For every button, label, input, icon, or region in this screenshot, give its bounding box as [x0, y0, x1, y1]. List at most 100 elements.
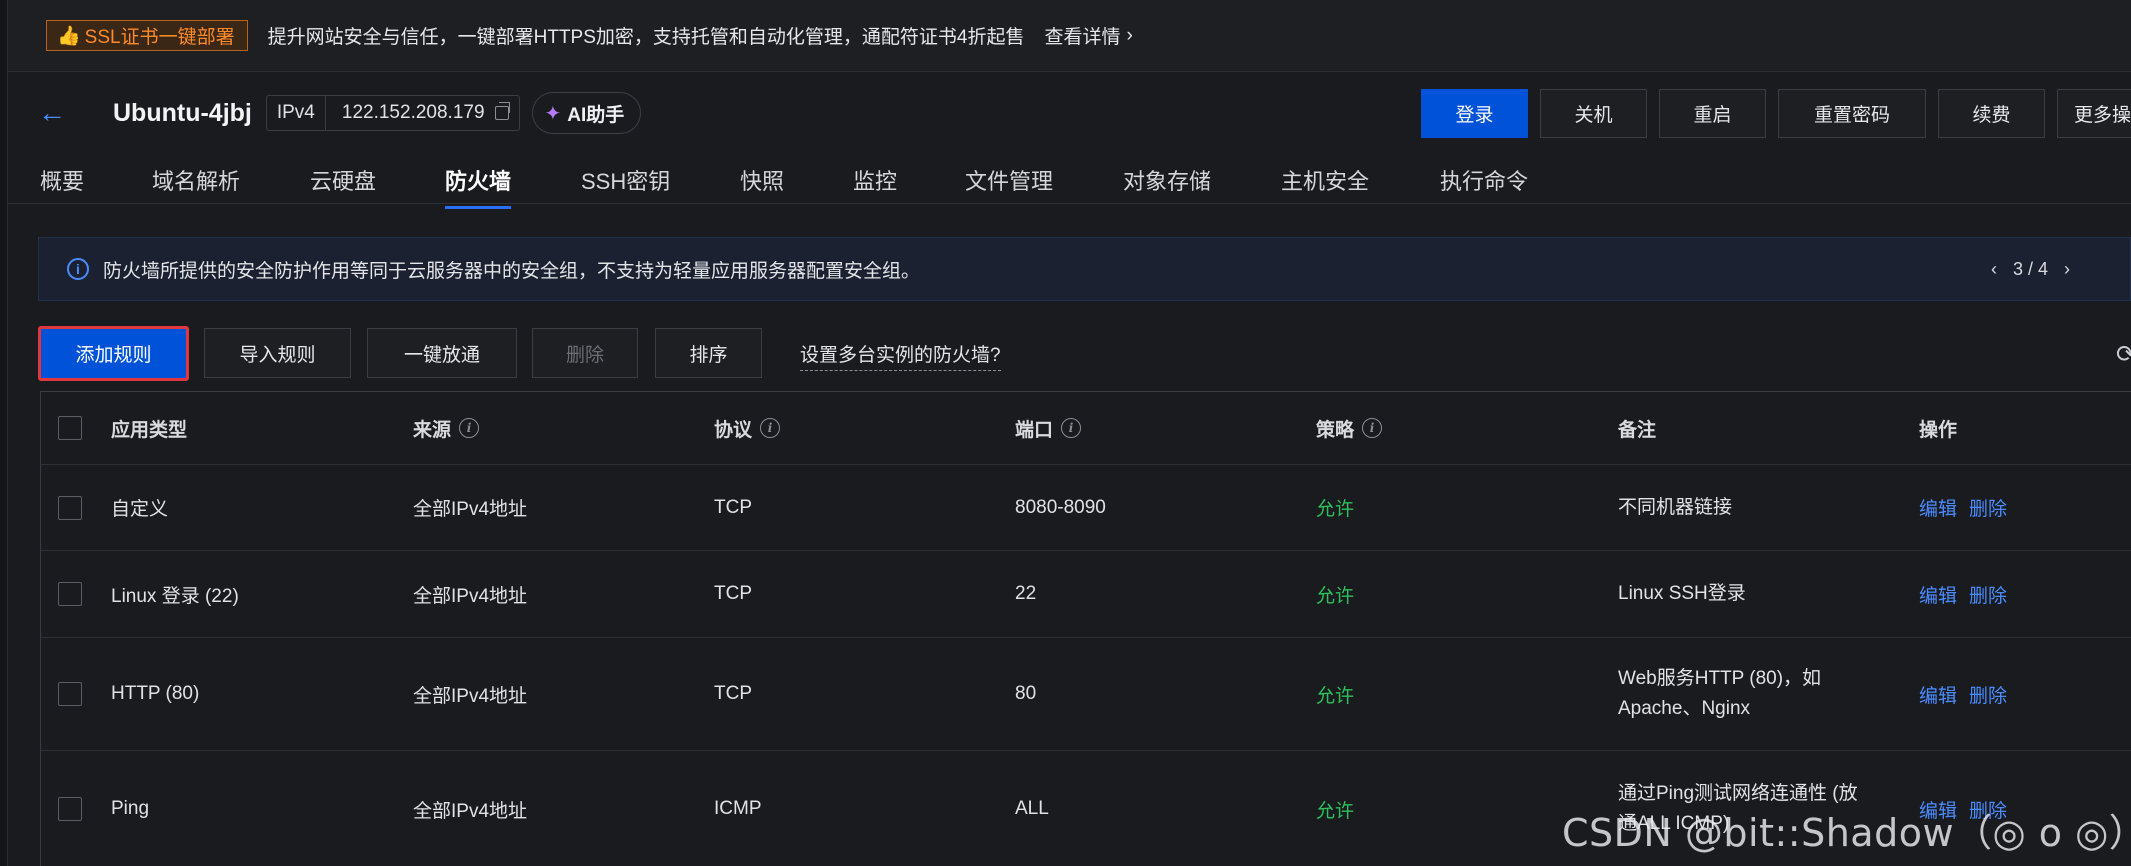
notice-page-indicator: 3 / 4: [2013, 258, 2049, 279]
cell-remark: Linux SSH登录: [1618, 551, 1746, 637]
tab-ssh-keys[interactable]: SSH密钥: [581, 164, 670, 206]
tab-file-manager[interactable]: 文件管理: [965, 164, 1053, 206]
promo-text: 提升网站安全与信任，一键部署HTTPS加密，支持托管和自动化管理，通配符证书4折…: [267, 27, 1025, 48]
cell-policy: 允许: [1316, 685, 1355, 707]
cell-actions: 编辑 删除: [1919, 465, 2019, 550]
delete-button[interactable]: 删除: [532, 328, 638, 378]
firewall-notice: i 防火墙所提供的安全防护作用等同于云服务器中的安全组，不支持为轻量应用服务器配…: [38, 237, 2131, 301]
cell-protocol: TCP: [714, 683, 752, 704]
thumbs-up-icon: 👍: [57, 25, 81, 47]
cell-actions: 编辑 删除: [1919, 551, 2019, 637]
shutdown-button[interactable]: 关机: [1540, 89, 1647, 138]
tab-cloud-disk[interactable]: 云硬盘: [310, 164, 376, 206]
select-all-checkbox[interactable]: [58, 416, 82, 440]
col-port: 端口 i: [1015, 392, 1082, 464]
tab-overview[interactable]: 概要: [40, 164, 84, 206]
notice-pager: ‹ 3 / 4 ›: [1991, 238, 2070, 300]
col-policy-label: 策略: [1316, 419, 1355, 441]
row-checkbox[interactable]: [58, 582, 82, 606]
watermark: CSDN @bit::Shadow（◎ o ◎）: [1562, 811, 2131, 855]
copy-icon[interactable]: [494, 102, 510, 120]
cell-app-type: HTTP (80): [111, 683, 200, 704]
table-row: 自定义 全部IPv4地址 TCP 8080-8090 允许 不同机器链接 编辑 …: [41, 465, 2131, 551]
edit-link[interactable]: 编辑: [1919, 681, 1957, 708]
back-arrow-icon[interactable]: ←: [38, 97, 68, 129]
chevron-left-icon[interactable]: ‹: [1991, 259, 1997, 280]
row-checkbox[interactable]: [58, 495, 82, 520]
cell-remark: Web服务HTTP (80)，如 Apache、Nginx: [1618, 638, 1821, 750]
notice-text: 防火墙所提供的安全防护作用等同于云服务器中的安全组，不支持为轻量应用服务器配置安…: [103, 260, 921, 282]
chevron-right-icon[interactable]: ›: [2064, 259, 2070, 280]
promo-tag-label: SSL证书一键部署: [84, 27, 235, 48]
info-icon[interactable]: i: [459, 418, 480, 438]
cell-source: 全部IPv4地址: [413, 585, 528, 607]
delete-link[interactable]: 删除: [1969, 681, 2007, 708]
login-button[interactable]: 登录: [1421, 89, 1528, 138]
table-row: Linux 登录 (22) 全部IPv4地址 TCP 22 允许 Linux S…: [41, 551, 2131, 638]
instance-title: Ubuntu-4jbj: [113, 98, 252, 127]
cell-app-type: Linux 登录 (22): [111, 585, 239, 607]
tab-dns[interactable]: 域名解析: [152, 164, 240, 206]
tab-snapshots[interactable]: 快照: [740, 164, 784, 206]
open-all-button[interactable]: 一键放通: [367, 328, 517, 378]
info-icon[interactable]: i: [1061, 418, 1082, 438]
delete-link[interactable]: 删除: [1969, 581, 2007, 608]
table-header: 应用类型 来源 i 协议 i 端口 i 策略 i 备注 操作: [41, 392, 2131, 465]
tab-bar: 概要 域名解析 云硬盘 防火墙 SSH密钥 快照 监控 文件管理 对象存储 主机…: [8, 154, 2131, 209]
remark-line: Linux SSH登录: [1618, 583, 1746, 604]
refresh-icon[interactable]: ⟳: [2116, 340, 2131, 369]
cell-policy: 允许: [1316, 800, 1355, 822]
col-port-label: 端口: [1015, 419, 1054, 441]
cell-protocol: ICMP: [714, 798, 762, 819]
col-app-type: 应用类型: [111, 419, 188, 441]
info-icon[interactable]: i: [1362, 418, 1383, 438]
cell-protocol: TCP: [714, 583, 752, 604]
multi-instance-firewall-link[interactable]: 设置多台实例的防火墙?: [800, 340, 1001, 371]
instance-actions: 登录 关机 重启 重置密码 续费 更多操: [1421, 89, 2131, 138]
tab-run-command[interactable]: 执行命令: [1440, 164, 1528, 206]
table-row: HTTP (80) 全部IPv4地址 TCP 80 允许 Web服务HTTP (…: [41, 638, 2131, 751]
tab-host-security[interactable]: 主机安全: [1281, 164, 1369, 206]
ip-value: 122.152.208.179: [341, 102, 485, 123]
renew-button[interactable]: 续费: [1938, 89, 2045, 138]
tab-monitoring[interactable]: 监控: [853, 164, 897, 206]
cell-actions: 编辑 删除: [1919, 638, 2019, 750]
ai-assistant-label: AI助手: [567, 104, 625, 126]
cell-source: 全部IPv4地址: [413, 800, 528, 822]
edit-link[interactable]: 编辑: [1919, 581, 1957, 608]
firewall-rules-table: 应用类型 来源 i 协议 i 端口 i 策略 i 备注 操作 自定义 全部IPv4地址 …: [40, 391, 2131, 866]
row-checkbox[interactable]: [58, 682, 82, 706]
ip-address-box: IPv4 122.152.208.179: [265, 95, 520, 131]
cell-policy: 允许: [1316, 499, 1355, 520]
row-checkbox[interactable]: [58, 797, 82, 821]
chevron-right-icon: ›: [1126, 24, 1133, 46]
cell-remark: 不同机器链接: [1618, 465, 1732, 550]
promo-link-label: 查看详情: [1044, 27, 1121, 48]
promo-tag[interactable]: 👍 SSL证书一键部署: [46, 20, 248, 51]
col-actions: 操作: [1919, 419, 1958, 441]
reset-password-button[interactable]: 重置密码: [1778, 89, 1926, 138]
edit-link[interactable]: 编辑: [1919, 494, 1957, 521]
left-edge: [0, 0, 8, 866]
restart-button[interactable]: 重启: [1659, 89, 1766, 138]
remark-line: Web服务HTTP (80)，如: [1618, 668, 1822, 689]
info-icon[interactable]: i: [760, 418, 781, 438]
cell-port: 8080-8090: [1015, 496, 1106, 518]
cell-source: 全部IPv4地址: [413, 499, 528, 520]
instance-header: ← Ubuntu-4jbj IPv4 122.152.208.179 ✦ AI助…: [8, 72, 2131, 154]
sort-button[interactable]: 排序: [655, 328, 762, 378]
ai-assistant-button[interactable]: ✦ AI助手: [531, 92, 642, 134]
col-source: 来源 i: [413, 392, 480, 464]
tab-firewall[interactable]: 防火墙: [445, 164, 512, 209]
more-actions-button[interactable]: 更多操: [2057, 89, 2131, 138]
remark-line: 不同机器链接: [1618, 496, 1733, 518]
promo-banner: 👍 SSL证书一键部署 提升网站安全与信任，一键部署HTTPS加密，支持托管和自…: [8, 0, 2131, 72]
cell-source: 全部IPv4地址: [413, 685, 528, 707]
import-rules-button[interactable]: 导入规则: [204, 328, 351, 378]
sparkle-icon: ✦: [544, 102, 562, 125]
delete-link[interactable]: 删除: [1969, 494, 2007, 521]
add-rule-button[interactable]: 添加规则: [38, 326, 189, 381]
tab-object-storage[interactable]: 对象存储: [1123, 164, 1211, 206]
cell-port: ALL: [1015, 798, 1049, 819]
promo-details-link[interactable]: 查看详情 ›: [1044, 22, 1132, 49]
